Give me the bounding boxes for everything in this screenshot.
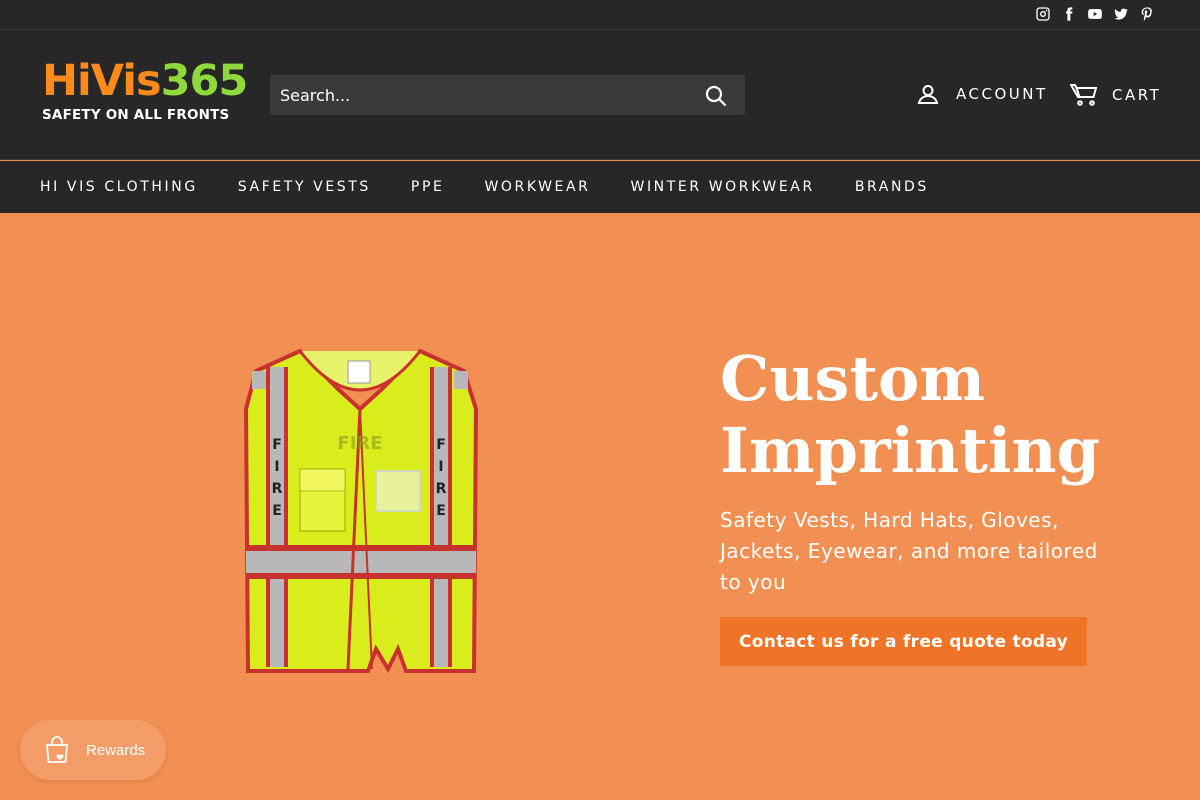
cart-link[interactable]: CART xyxy=(1070,82,1161,108)
hero-banner: FIRE FIRE FIRE Custom Imprinting Safety … xyxy=(0,213,1200,800)
social-links xyxy=(1034,5,1156,23)
facebook-icon[interactable] xyxy=(1060,5,1078,23)
nav-item-safety-vests[interactable]: SAFETY VESTS xyxy=(238,179,371,195)
search-input[interactable] xyxy=(270,75,690,115)
cart-label: CART xyxy=(1112,86,1162,104)
pinterest-icon[interactable] xyxy=(1138,5,1156,23)
free-quote-button[interactable]: Contact us for a free quote today xyxy=(720,617,1087,666)
nav-item-ppe[interactable]: PPE xyxy=(411,179,445,195)
user-icon xyxy=(917,85,939,104)
nav-item-workwear[interactable]: WORKWEAR xyxy=(484,179,590,195)
nav-item-hi-vis-clothing[interactable]: HI VIS CLOTHING xyxy=(40,179,198,195)
main-nav: HI VIS CLOTHING SAFETY VESTS PPE WORKWEA… xyxy=(0,161,1200,213)
logo-tagline: SAFETY ON ALL FRONTS xyxy=(42,107,230,123)
instagram-icon[interactable] xyxy=(1034,5,1052,23)
site-header: HiVis365 SAFETY ON ALL FRONTS ACCOUNT CA… xyxy=(0,30,1200,160)
nav-item-winter-workwear[interactable]: WINTER WORKWEAR xyxy=(631,179,815,195)
search-bar xyxy=(270,75,745,115)
rewards-bag-icon xyxy=(46,736,68,763)
youtube-icon[interactable] xyxy=(1086,5,1104,23)
rewards-label: Rewards xyxy=(86,741,146,759)
nav-item-brands[interactable]: BRANDS xyxy=(855,179,929,195)
safety-vest-image: FIRE FIRE FIRE xyxy=(243,349,479,674)
search-button[interactable] xyxy=(703,83,729,109)
site-logo[interactable]: HiVis365 SAFETY ON ALL FRONTS xyxy=(42,56,248,135)
hero-title: Custom Imprinting xyxy=(720,342,1100,487)
vest-fire-text-back: FIRE xyxy=(337,433,382,454)
top-bar xyxy=(0,0,1200,30)
rewards-launcher[interactable]: Rewards xyxy=(20,720,166,780)
twitter-icon[interactable] xyxy=(1112,5,1130,23)
hero-subtitle: Safety Vests, Hard Hats, Gloves, Jackets… xyxy=(720,508,1098,594)
account-label: ACCOUNT xyxy=(956,85,1048,103)
search-icon xyxy=(705,85,727,107)
cart-icon xyxy=(1070,84,1098,106)
logo-wordmark: HiVis365 xyxy=(42,56,248,106)
account-link[interactable]: ACCOUNT xyxy=(916,82,1048,106)
